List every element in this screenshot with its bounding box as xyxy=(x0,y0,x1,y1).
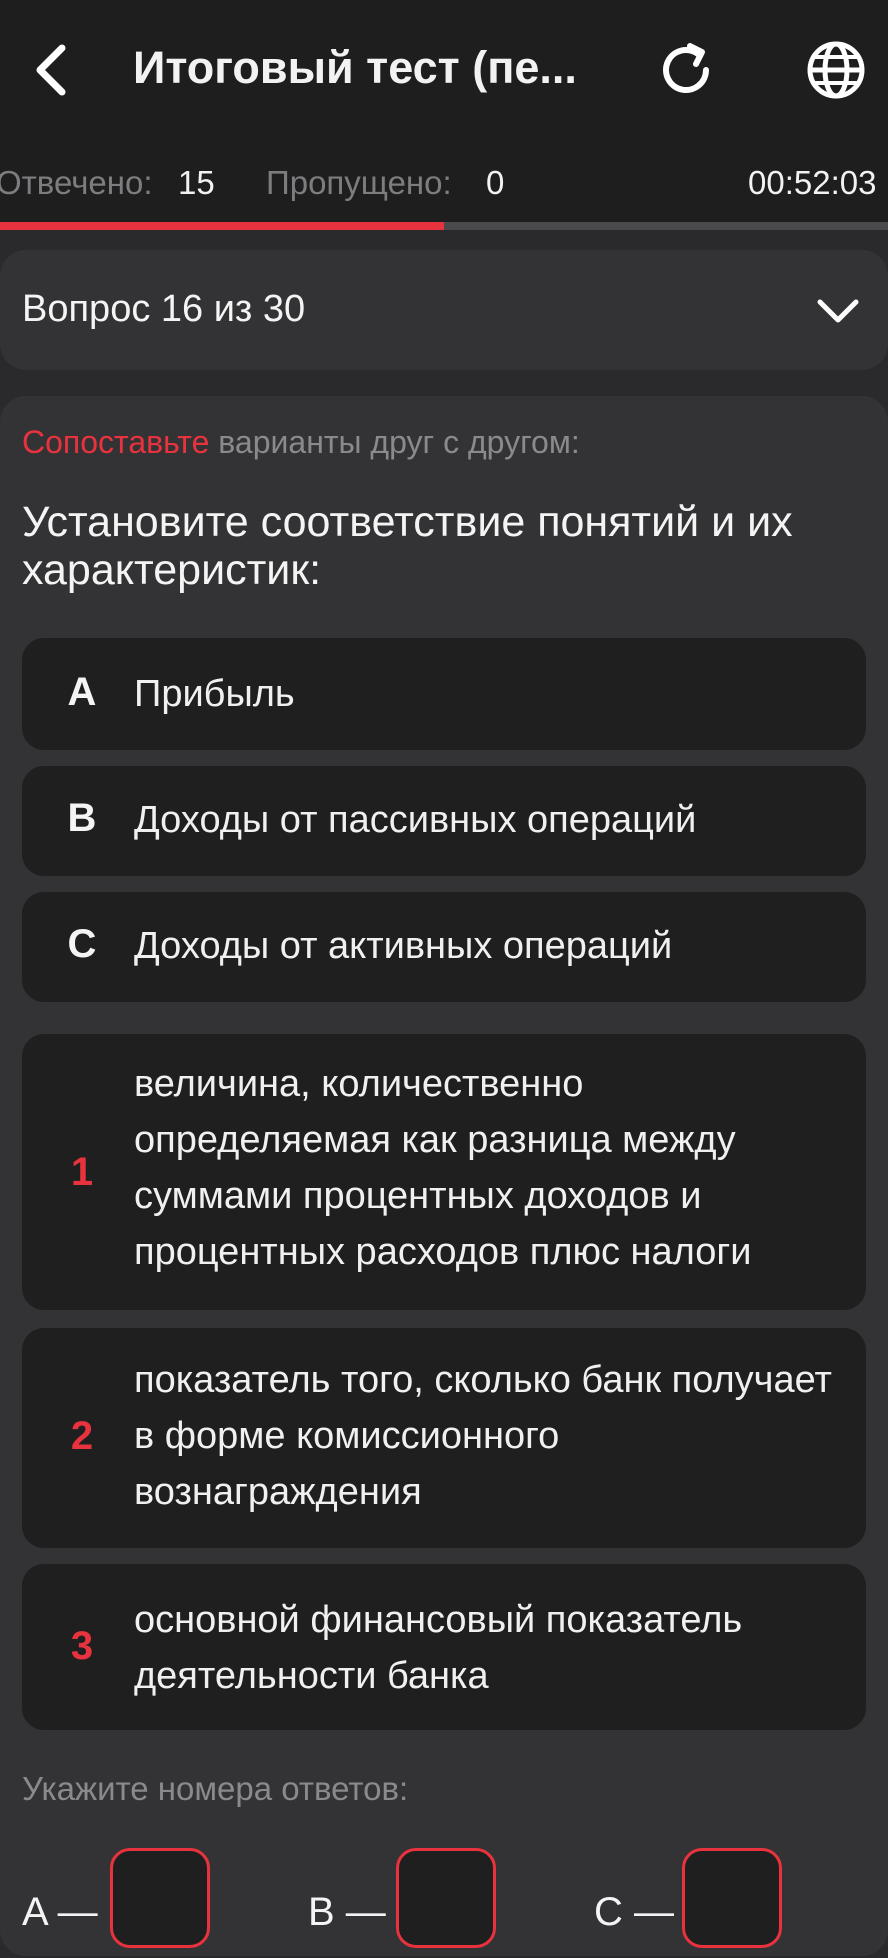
concept-text: Доходы от активных операций xyxy=(134,925,673,967)
reload-button[interactable] xyxy=(650,34,722,106)
question-selector[interactable]: Вопрос 16 из 30 xyxy=(0,250,888,370)
question-card: Сопоставьте варианты друг с другом: Уста… xyxy=(0,396,888,1956)
app-header: Итоговый тест (пе... xyxy=(0,0,888,140)
concept-key: B xyxy=(67,796,97,840)
answered-count: 15 xyxy=(178,164,215,201)
progress-bar-fill xyxy=(0,222,444,230)
answer-input-b[interactable] xyxy=(396,1848,496,1948)
definition-item-3: 3 основной финансовый показатель деятель… xyxy=(22,1564,866,1730)
timer: 00:52:03 xyxy=(748,164,877,201)
page-title: Итоговый тест (пе... xyxy=(133,42,577,93)
question-instruction: Сопоставьте варианты друг с другом: xyxy=(22,424,580,461)
concept-text: Доходы от пассивных операций xyxy=(134,799,697,841)
back-arrow-icon xyxy=(36,44,66,96)
language-button[interactable] xyxy=(800,34,872,106)
concept-key: C xyxy=(67,922,97,966)
definition-key: 1 xyxy=(70,1150,94,1194)
instruction-accent: Сопоставьте xyxy=(22,424,210,460)
progress-bar xyxy=(0,222,888,230)
test-stats-bar: Отвечено: 15 Пропущено: 0 00:52:03 xyxy=(0,140,888,222)
concept-key: A xyxy=(67,670,97,714)
definition-key: 2 xyxy=(70,1414,94,1458)
answers-label: Укажите номера ответов: xyxy=(22,1770,409,1807)
answer-letter: B — xyxy=(308,1890,386,1934)
concept-item-b: B Доходы от пассивных операций xyxy=(22,766,866,876)
chevron-down-icon xyxy=(817,299,859,323)
answer-letter: A — xyxy=(22,1890,98,1934)
answered-label: Отвечено: xyxy=(0,164,153,201)
definition-text: основной финансовый показатель деятельно… xyxy=(134,1599,743,1697)
definition-text: показатель того, сколько банк получает в… xyxy=(134,1359,832,1513)
concept-text: Прибыль xyxy=(134,673,295,715)
concept-item-c: C Доходы от активных операций xyxy=(22,892,866,1002)
instruction-text: варианты друг с другом: xyxy=(209,424,580,460)
definition-item-1: 1 величина, количественно определяемая к… xyxy=(22,1034,866,1310)
concept-item-a: A Прибыль xyxy=(22,638,866,750)
back-button[interactable] xyxy=(20,32,80,108)
reload-icon xyxy=(663,43,709,93)
definition-item-2: 2 показатель того, сколько банк получает… xyxy=(22,1328,866,1548)
definition-key: 3 xyxy=(70,1624,94,1668)
skipped-count: 0 xyxy=(486,164,505,201)
question-text: Установите соответствие понятий и их хар… xyxy=(22,498,793,594)
answer-input-c[interactable] xyxy=(682,1848,782,1948)
definition-text: величина, количественно определяемая как… xyxy=(134,1063,752,1273)
globe-icon xyxy=(807,41,865,99)
answer-letter: C — xyxy=(594,1890,674,1934)
question-number: Вопрос 16 из 30 xyxy=(22,288,306,330)
skipped-label: Пропущено: xyxy=(266,164,452,201)
answer-input-a[interactable] xyxy=(110,1848,210,1948)
